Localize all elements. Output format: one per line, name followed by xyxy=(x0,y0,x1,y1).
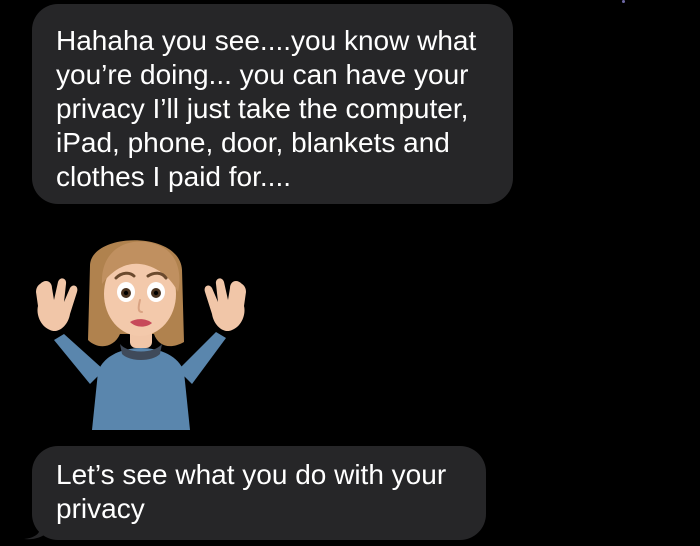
status-dot xyxy=(622,0,625,3)
shrugging-memoji-icon[interactable] xyxy=(30,222,252,430)
received-message-bubble[interactable]: Hahaha you see....you know what you’re d… xyxy=(32,4,513,204)
bubble-tail-icon xyxy=(24,518,48,540)
received-message-bubble[interactable]: Let’s see what you do with your privacy xyxy=(32,446,486,540)
message-thread: Hahaha you see....you know what you’re d… xyxy=(0,0,700,546)
message-text: Hahaha you see....you know what you’re d… xyxy=(56,25,477,192)
message-text: Let’s see what you do with your privacy xyxy=(56,459,447,524)
